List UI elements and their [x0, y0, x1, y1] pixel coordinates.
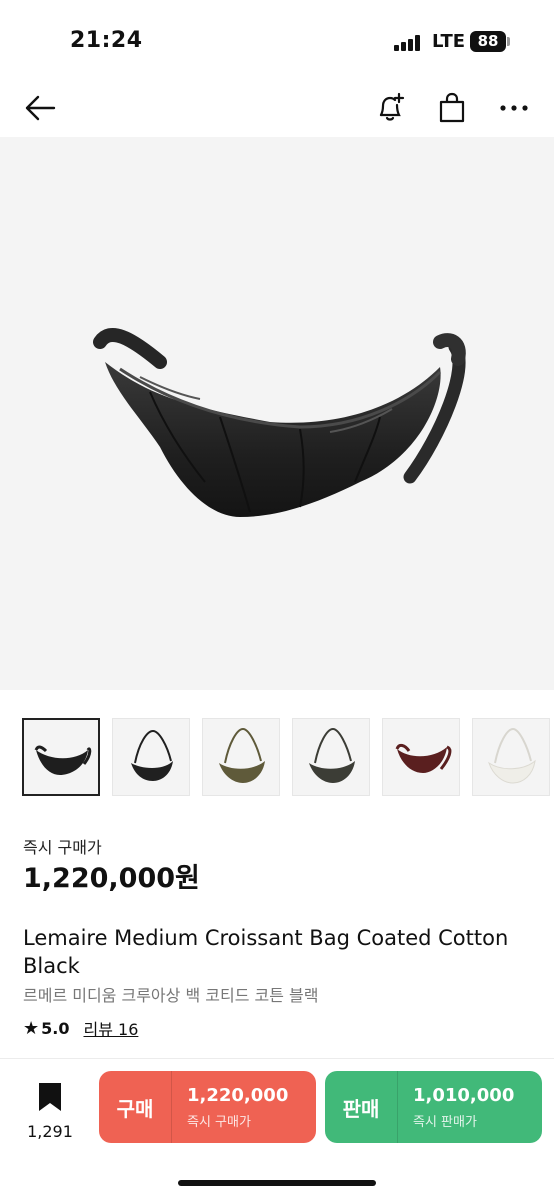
price-label: 즉시 구매가 — [23, 838, 102, 857]
reviews-link[interactable]: 리뷰 16 — [83, 1016, 138, 1040]
battery-icon: 88 — [470, 31, 506, 52]
rating-row: ★ 5.0 리뷰 16 — [23, 1016, 138, 1040]
star-icon: ★ — [23, 1017, 40, 1039]
sell-separator — [397, 1071, 398, 1143]
sell-label: 판매 — [342, 1096, 380, 1121]
bell-plus-icon[interactable] — [370, 88, 410, 128]
buy-button[interactable]: 구매 1,220,000 즉시 구매가 — [99, 1071, 316, 1143]
buy-amount: 1,220,000 — [187, 1085, 289, 1106]
price-value: 1,220,000원 — [23, 863, 200, 894]
top-navigation — [0, 80, 554, 136]
bookmark-button[interactable]: 1,291 — [22, 1082, 78, 1141]
product-subtitle: 르메르 미디움 크루아상 백 코티드 코튼 블랙 — [23, 986, 319, 1005]
sell-button[interactable]: 판매 1,010,000 즉시 판매가 — [325, 1071, 542, 1143]
thumbnail-white[interactable] — [472, 718, 550, 796]
signal-icon — [394, 35, 422, 51]
buy-label: 구매 — [116, 1096, 154, 1121]
thumbnail-strip — [22, 718, 554, 798]
croissant-bag-image — [93, 328, 466, 517]
battery-tip — [507, 37, 510, 46]
product-title: Lemaire Medium Croissant Bag Coated Cott… — [23, 926, 509, 978]
thumbnail-burgundy[interactable] — [382, 718, 460, 796]
shopping-bag-icon[interactable] — [432, 88, 472, 128]
more-horizontal-icon[interactable] — [494, 88, 534, 128]
sell-desc: 즉시 판매가 — [413, 1115, 477, 1130]
status-time: 21:24 — [70, 28, 143, 53]
sell-amount: 1,010,000 — [413, 1085, 515, 1106]
bookmark-count: 1,291 — [27, 1122, 73, 1141]
home-indicator — [178, 1180, 376, 1186]
thumbnail-black-strap[interactable] — [112, 718, 190, 796]
product-image[interactable] — [0, 137, 554, 690]
buy-separator — [171, 1071, 172, 1143]
thumbnail-black-selected[interactable] — [22, 718, 100, 796]
back-arrow-icon[interactable] — [20, 88, 60, 128]
thumbnail-olive[interactable] — [202, 718, 280, 796]
buy-desc: 즉시 구매가 — [187, 1115, 251, 1130]
bookmark-icon — [39, 1083, 61, 1111]
status-bar: 21:24 LTE 88 — [0, 0, 554, 80]
network-type: LTE — [432, 31, 466, 52]
thumbnail-dark-olive[interactable] — [292, 718, 370, 796]
rating-score: 5.0 — [41, 1018, 70, 1038]
